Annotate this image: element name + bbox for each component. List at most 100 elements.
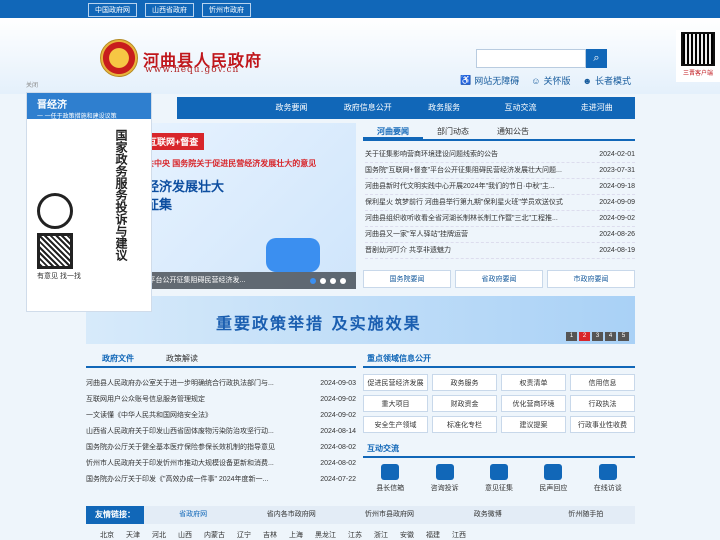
list-item[interactable]: 关于征集影响营商环境建设问题线索的公告 2024-02-01 [365, 147, 635, 163]
key-item[interactable]: 行政事业性收费 [570, 416, 635, 433]
list-item[interactable]: 河曲县人民政府办公室关于进一步明确统合行政执法部门与... 2024-09-03 [86, 376, 356, 392]
list-item[interactable]: 国务院办公厅关于印发《"高效办成一件事" 2024年度新一... 2024-07-… [86, 472, 356, 488]
elder-mode-button[interactable]: ☻ 长者模式 [582, 74, 631, 87]
accessibility-tools: ♿ 网站无障碍 ☺ 关怀版 ☻ 长者模式 [460, 74, 631, 87]
key-item[interactable]: 信用信息 [570, 374, 635, 391]
province-link[interactable]: 吉林 [263, 530, 277, 540]
nav-gov-service[interactable]: 政务服务 [406, 97, 482, 119]
nav-about[interactable]: 走进河曲 [559, 97, 635, 119]
page-button[interactable]: 5 [618, 332, 629, 341]
national-emblem-icon [100, 39, 138, 77]
page-button[interactable]: 2 [579, 332, 590, 341]
city-news-button[interactable]: 市政府要闻 [547, 270, 635, 288]
interview-link[interactable]: 在线访谈 [594, 464, 622, 493]
policy-banner[interactable]: 重要政策举措 及实施效果 1 2 3 4 5 [86, 296, 635, 344]
accessibility-button[interactable]: ♿ 网站无障碍 [460, 74, 519, 87]
qr-code-icon [681, 32, 715, 66]
page-button[interactable]: 4 [605, 332, 616, 341]
care-icon: ☺ [531, 75, 541, 86]
top-link-xinzhou[interactable]: 忻州市政府 [202, 3, 251, 17]
list-item[interactable]: 一文读懂《中华人民共和国网络安全法》 2024-09-02 [86, 408, 356, 424]
app-qr-box[interactable]: 三晋客户端 [676, 30, 720, 82]
banner-headline: 经济发展壮大 征集 [146, 179, 225, 212]
key-item[interactable]: 政务服务 [432, 374, 497, 391]
list-item[interactable]: 国务院办公厅关于健全基本医疗保险参保长效机制的指导意见 2024-08-02 [86, 440, 356, 456]
tab-links-counties[interactable]: 忻州市县政府网 [340, 506, 438, 524]
province-link[interactable]: 江西 [452, 530, 466, 540]
top-links: 中国政府网 山西省政府 忻州市政府 [88, 3, 251, 17]
key-item[interactable]: 安全生产领域 [363, 416, 428, 433]
list-item[interactable]: 河曲县又一家"军人驿站"挂牌运营 2024-08-26 [365, 227, 635, 243]
key-item[interactable]: 优化营商环境 [501, 395, 566, 412]
tab-links-snapshot[interactable]: 忻州随手拍 [537, 506, 635, 524]
province-link[interactable]: 安徽 [400, 530, 414, 540]
tab-gov-documents[interactable]: 政府文件 [86, 350, 150, 366]
province-link[interactable]: 河北 [152, 530, 166, 540]
key-item[interactable]: 财政资金 [432, 395, 497, 412]
interaction-links: 县长信箱 咨询投诉 意见征集 民声回应 在线访谈 [363, 464, 635, 493]
friendly-links-bar: 友情链接： 省政府网 省内各市政府网 忻州市县政府网 政务微博 忻州随手拍 [86, 506, 635, 524]
key-item[interactable]: 重大项目 [363, 395, 428, 412]
province-link[interactable]: 江苏 [348, 530, 362, 540]
banner-top: 共中央 国务院关于促进民营经济发展壮大的意见 [146, 159, 317, 168]
response-link[interactable]: 民声回应 [539, 464, 567, 493]
province-link[interactable]: 天津 [126, 530, 140, 540]
state-council-news-button[interactable]: 国务院要闻 [363, 270, 451, 288]
float-close-button[interactable]: 关闭 [26, 80, 38, 89]
float-feedback[interactable]: 有意见 找一找 [37, 271, 81, 281]
search-input[interactable] [476, 49, 586, 68]
carousel-dot[interactable] [320, 278, 326, 284]
tab-links-cities[interactable]: 省内各市政府网 [242, 506, 340, 524]
list-item[interactable]: 保利星火 筑梦前行 河曲县举行第九期"保利星火班"学员欢送仪式 2024-09-0… [365, 195, 635, 211]
list-item[interactable]: 河曲县组织收听收看全省河湖长制林长制工作暨"三北"工程推... 2024-09-0… [365, 211, 635, 227]
opinion-link[interactable]: 意见征集 [485, 464, 513, 493]
tab-links-province[interactable]: 省政府网 [144, 506, 242, 524]
carousel-dot[interactable] [330, 278, 336, 284]
province-link[interactable]: 上海 [289, 530, 303, 540]
list-item[interactable]: 晋剧幼河叮介 共享非遗魅力 2024-08-19 [365, 243, 635, 259]
province-link[interactable]: 内蒙古 [204, 530, 225, 540]
key-item[interactable]: 权责清单 [501, 374, 566, 391]
tab-links-weibo[interactable]: 政务微博 [439, 506, 537, 524]
key-info-header: 重点领域信息公开 [363, 350, 635, 368]
mailbox-link[interactable]: 县长信箱 [376, 464, 404, 493]
top-link-gov[interactable]: 中国政府网 [88, 3, 137, 17]
list-item[interactable]: 互联网用户公众账号信息服务管理规定 2024-09-02 [86, 392, 356, 408]
nav-interaction[interactable]: 互动交流 [482, 97, 558, 119]
site-url: www.hequ.gov.cn [145, 65, 240, 75]
key-item[interactable]: 行政执法 [570, 395, 635, 412]
complaint-link[interactable]: 咨询投诉 [431, 464, 459, 493]
list-item[interactable]: 忻州市人民政府关于印发忻州市推动大规模设备更新和消费... 2024-08-02 [86, 456, 356, 472]
province-link[interactable]: 山西 [178, 530, 192, 540]
province-link[interactable]: 福建 [426, 530, 440, 540]
tab-notices[interactable]: 通知公告 [483, 123, 543, 139]
tab-hequ-news[interactable]: 河曲要闻 [363, 123, 423, 139]
page-button[interactable]: 1 [566, 332, 577, 341]
key-item[interactable]: 建议提案 [501, 416, 566, 433]
province-link[interactable]: 辽宁 [237, 530, 251, 540]
province-link[interactable]: 浙江 [374, 530, 388, 540]
province-link[interactable]: 黑龙江 [315, 530, 336, 540]
province-news-button[interactable]: 省政府要闻 [455, 270, 543, 288]
nav-home[interactable] [177, 97, 253, 119]
care-mode-button[interactable]: ☺ 关怀版 [531, 74, 570, 87]
province-link[interactable]: 北京 [100, 530, 114, 540]
interview-icon [598, 464, 617, 480]
list-item[interactable]: 河曲县新时代文明实践中心开展2024年"我们的节日·中秋"主... 2024-09… [365, 179, 635, 195]
carousel-dot[interactable] [310, 278, 316, 284]
key-item[interactable]: 促进民营经济发展 [363, 374, 428, 391]
carousel-dot[interactable] [340, 278, 346, 284]
floating-service-panel[interactable]: 晋经济一 一任于政策措施和建设议策 国家政务服务投诉与建议 有意见 找一找 [26, 92, 152, 312]
key-item[interactable]: 标准化专栏 [432, 416, 497, 433]
document-list: 河曲县人民政府办公室关于进一步明确统合行政执法部门与... 2024-09-03 … [86, 376, 356, 488]
wheelchair-icon: ♿ [460, 75, 472, 85]
nav-info-disclosure[interactable]: 政府信息公开 [330, 97, 406, 119]
list-item[interactable]: 国务院"互联网+督查"平台公开征集阻碍民营经济发展壮大问题... 2023-07-… [365, 163, 635, 179]
tab-department-news[interactable]: 部门动态 [423, 123, 483, 139]
tab-policy-interpretation[interactable]: 政策解读 [150, 350, 214, 366]
nav-gov-news[interactable]: 政务要闻 [253, 97, 329, 119]
top-link-shanxi[interactable]: 山西省政府 [145, 3, 194, 17]
page-button[interactable]: 3 [592, 332, 603, 341]
list-item[interactable]: 山西省人民政府关于印发山西省固体废物污染防治攻坚行动... 2024-08-14 [86, 424, 356, 440]
search-button[interactable]: ⌕ [586, 49, 607, 68]
